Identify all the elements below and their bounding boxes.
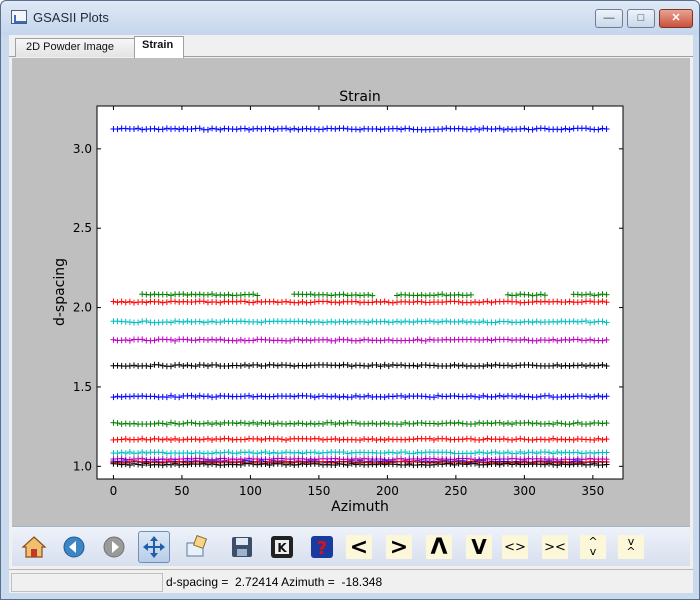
y-tick-label: 2.5 <box>73 221 92 235</box>
nav-up-button[interactable]: Λ <box>426 535 452 560</box>
x-tick-label: 100 <box>239 484 262 498</box>
plot-panel[interactable]: 0 50 100 150 200 250 300 350 1.0 1.5 2.0 2.5 3.0 St… <box>12 58 690 526</box>
nav-expand-x-button[interactable]: <> <box>502 535 528 559</box>
nav-down-button[interactable]: V <box>466 535 492 559</box>
status-readout: d-spacing = 2.72414 Azimuth = -18.348 <box>166 575 383 589</box>
tab-2d-powder-image[interactable]: 2D Powder Image <box>15 38 135 57</box>
home-button[interactable] <box>18 531 50 563</box>
x-tick-label: 0 <box>110 484 118 498</box>
help-question-icon: ? <box>311 536 333 559</box>
maximize-button[interactable]: □ <box>627 9 655 28</box>
x-tick-label: 250 <box>444 484 467 498</box>
x-tick-label: 350 <box>581 484 604 498</box>
app-icon <box>11 10 27 24</box>
status-field-empty <box>11 573 163 592</box>
pan-arrows-icon <box>143 536 165 558</box>
y-axis-label: d-spacing <box>52 258 68 326</box>
svg-text:K: K <box>277 541 287 555</box>
strain-chart[interactable]: 0 50 100 150 200 250 300 350 1.0 1.5 2.0 2.5 3.0 St… <box>12 58 690 526</box>
floppy-disk-icon <box>232 537 252 557</box>
x-tick-label: 300 <box>513 484 536 498</box>
plot-toolbar: K ? < > Λ V <> >< ^ v v ^ <box>12 526 690 566</box>
y-tick-label: 3.0 <box>73 142 92 156</box>
tab-strain[interactable]: Strain <box>134 36 184 58</box>
nav-right-button[interactable]: > <box>386 535 412 560</box>
tab-strip: 2D Powder Image Strain <box>9 35 693 58</box>
zoom-rect-icon <box>186 534 208 557</box>
home-icon <box>21 536 47 558</box>
minimize-button[interactable]: — <box>595 9 623 28</box>
plot-window: GSASII Plots — □ ✕ 2D Powder Image Strai… <box>0 0 700 600</box>
chart-title: Strain <box>339 89 380 105</box>
nav-left-button[interactable]: < <box>346 535 372 560</box>
help-button[interactable]: ? <box>306 531 338 563</box>
nav-shrink-y-button[interactable]: v ^ <box>618 535 644 559</box>
key-k-icon: K <box>271 536 293 558</box>
zoom-button[interactable] <box>180 531 212 563</box>
x-axis-label: Azimuth <box>331 499 389 515</box>
forward-button[interactable] <box>98 531 130 563</box>
pan-button[interactable] <box>138 531 170 563</box>
svg-text:?: ? <box>317 538 327 559</box>
x-tick-label: 200 <box>376 484 399 498</box>
close-button[interactable]: ✕ <box>659 9 693 28</box>
y-tick-label: 1.0 <box>73 459 92 473</box>
window-title: GSASII Plots <box>33 10 109 25</box>
y-tick-label: 1.5 <box>73 380 92 394</box>
nav-expand-y-button[interactable]: ^ v <box>580 535 606 559</box>
forward-arrow-icon <box>103 536 125 558</box>
key-press-button[interactable]: K <box>266 531 298 563</box>
x-tick-label: 150 <box>307 484 330 498</box>
x-tick-label: 50 <box>174 484 189 498</box>
status-bar: d-spacing = 2.72414 Azimuth = -18.348 <box>9 569 693 593</box>
title-bar[interactable]: GSASII Plots — □ ✕ <box>1 1 699 35</box>
back-button[interactable] <box>58 531 90 563</box>
nav-shrink-x-button[interactable]: >< <box>542 535 568 559</box>
y-tick-label: 2.0 <box>73 301 92 315</box>
save-button[interactable] <box>226 531 258 563</box>
back-arrow-icon <box>63 536 85 558</box>
client-area: 2D Powder Image Strain 0 50 100 150 200 250 30… <box>9 35 693 593</box>
